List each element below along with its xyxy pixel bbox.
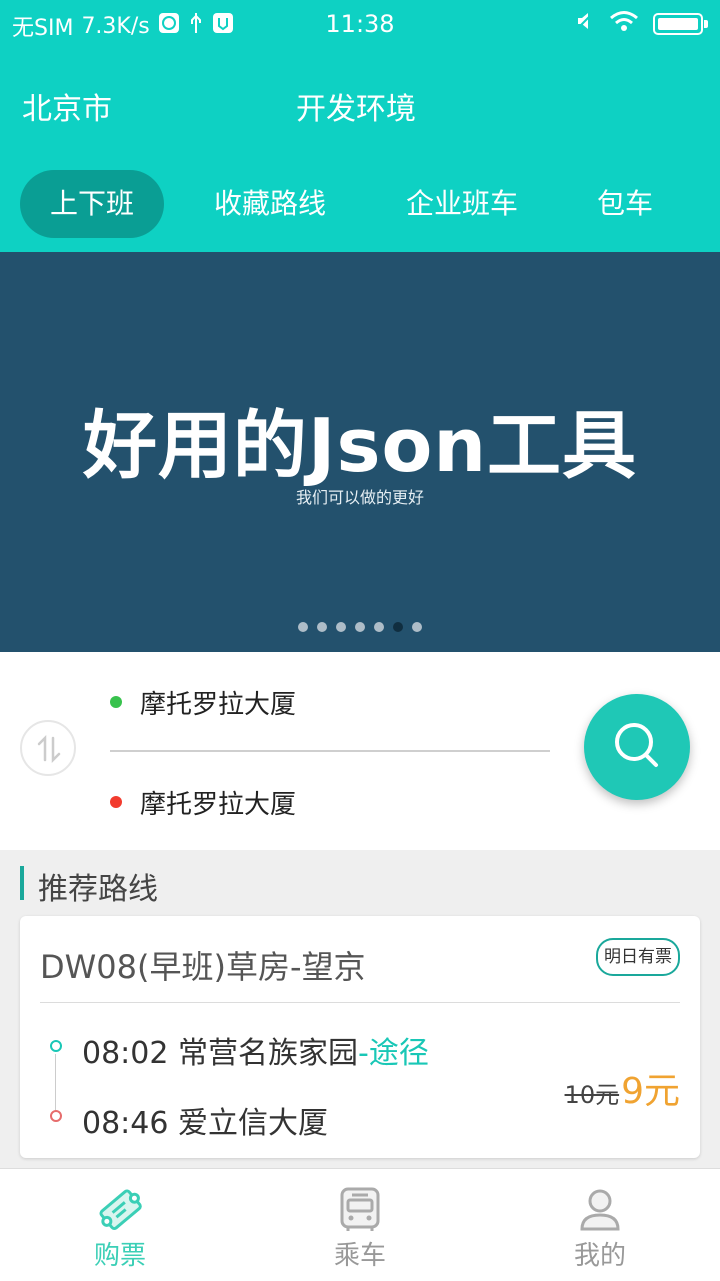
page-dot[interactable]	[336, 622, 346, 632]
start-dot-icon	[110, 696, 122, 708]
end-stop: 爱立信大厦	[178, 1106, 329, 1141]
page-dot[interactable]	[374, 622, 384, 632]
swap-icon	[37, 734, 61, 764]
page-dot-active[interactable]	[393, 622, 403, 632]
end-station-name: 摩托罗拉大厦	[140, 789, 297, 820]
tab-commute[interactable]: 上下班	[20, 170, 164, 238]
section-title: 推荐路线	[38, 872, 158, 907]
environment-label: 开发环境	[296, 92, 416, 127]
battery-tip	[704, 20, 708, 28]
page-dot[interactable]	[317, 622, 327, 632]
nav-mine-label: 我的	[573, 1241, 626, 1271]
battery-icon	[653, 13, 703, 35]
search-icon	[615, 723, 658, 767]
start-point-icon	[50, 1040, 62, 1052]
start-trip-info: 08:02 常营名族家园-途径	[82, 1028, 429, 1072]
user-icon	[580, 1189, 620, 1231]
card-divider	[40, 1002, 680, 1003]
end-time: 08:46	[82, 1106, 169, 1141]
page-dot[interactable]	[412, 622, 422, 632]
nav-ride-label: 乘车	[333, 1241, 386, 1271]
section-accent-bar	[20, 866, 24, 900]
end-trip-info: 08:46 爱立信大厦	[82, 1098, 328, 1142]
start-station-name: 摩托罗拉大厦	[140, 689, 297, 720]
banner-subtitle: 我们可以做的更好	[295, 488, 424, 507]
end-point-icon	[50, 1110, 62, 1122]
status-bar: 无SIM 7.3K/s 11:38	[0, 0, 720, 50]
banner-pagination	[298, 622, 422, 632]
banner-title: 好用的Json工具	[82, 403, 638, 489]
bus-icon	[340, 1187, 380, 1231]
start-station-field[interactable]: 摩托罗拉大厦	[110, 682, 296, 722]
ticket-icon	[99, 1189, 142, 1231]
ticket-status-badge: 明日有票	[596, 938, 680, 976]
route-name: DW08(早班)草房-望京	[40, 948, 366, 986]
nav-buy-ticket-label: 购票	[93, 1241, 146, 1271]
wifi-icon	[609, 10, 639, 38]
page-dot[interactable]	[298, 622, 308, 632]
route-card[interactable]: DW08(早班)草房-望京 明日有票 08:02 常营名族家园-途径 08:46…	[20, 916, 700, 1158]
tab-enterprise-bus[interactable]: 企业班车	[392, 170, 532, 238]
tab-favorites[interactable]: 收藏路线	[200, 170, 340, 238]
discount-price: 9元	[621, 1071, 680, 1112]
via-link[interactable]: -途径	[358, 1036, 429, 1071]
search-button[interactable]	[584, 694, 690, 800]
page-dot[interactable]	[355, 622, 365, 632]
tab-charter[interactable]: 包车	[580, 170, 670, 238]
start-stop: 常营名族家园	[178, 1036, 359, 1071]
nav-ride[interactable]: 乘车	[240, 1169, 480, 1281]
end-dot-icon	[110, 796, 122, 808]
route-connector	[55, 1054, 56, 1110]
bottom-nav: 购票 乘车 我的	[0, 1168, 720, 1281]
original-price: 10元	[564, 1081, 620, 1109]
city-selector[interactable]: 北京市	[22, 84, 112, 128]
field-divider	[110, 750, 550, 752]
end-station-field[interactable]: 摩托罗拉大厦	[110, 782, 296, 822]
swap-stations-button[interactable]	[20, 720, 76, 776]
nav-mine[interactable]: 我的	[480, 1169, 720, 1281]
price-block: 10元 9元	[565, 1062, 680, 1114]
nav-buy-ticket[interactable]: 购票	[0, 1169, 240, 1281]
start-time: 08:02	[82, 1036, 169, 1071]
mute-icon	[575, 11, 595, 37]
top-tabs: 上下班 收藏路线 企业班车 包车	[0, 170, 720, 238]
